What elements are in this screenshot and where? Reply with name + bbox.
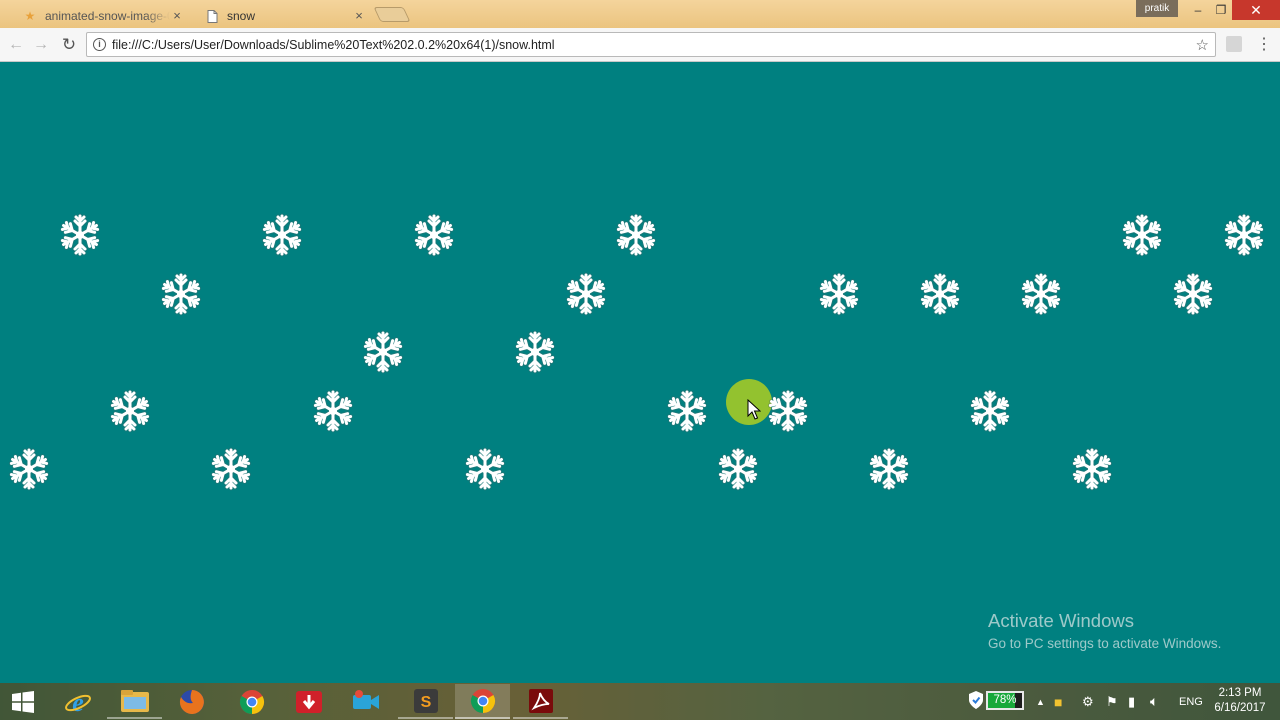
url-text[interactable]: file:///C:/Users/User/Downloads/Sublime%…: [112, 38, 555, 52]
internet-explorer-icon: e: [64, 688, 91, 716]
clock-time: 2:13 PM: [1218, 687, 1262, 699]
snowflake-icon: [1020, 272, 1062, 316]
tab-title: animated-snow-image-0: [45, 9, 170, 23]
snowflake-icon: [210, 447, 252, 491]
extension-icon[interactable]: [1226, 36, 1242, 52]
menu-icon[interactable]: ⋮: [1256, 34, 1272, 56]
network-settings-icon[interactable]: ⚙: [1082, 683, 1094, 720]
new-tab-button[interactable]: [373, 7, 411, 22]
language-indicator[interactable]: ENG: [1179, 683, 1203, 720]
forward-arrow-icon[interactable]: →: [30, 34, 52, 56]
shield-icon[interactable]: [968, 690, 984, 710]
action-center-flag-icon[interactable]: ⚑: [1106, 683, 1118, 720]
page-icon: [204, 8, 220, 24]
snowflake-icon: [969, 389, 1011, 433]
back-arrow-icon[interactable]: ←: [5, 34, 27, 56]
favicon-star-icon: ★: [24, 9, 36, 23]
address-bar[interactable]: i file:///C:/Users/User/Downloads/Sublim…: [86, 32, 1216, 57]
camera-icon: [352, 689, 379, 709]
tab-strip: ★ animated-snow-image-0 × snow × pratik …: [0, 0, 1280, 28]
snowflake-icon: [464, 447, 506, 491]
taskbar-acrobat-reader[interactable]: [513, 684, 568, 719]
taskbar-internet-explorer[interactable]: e: [50, 684, 105, 719]
snowflake-icon: [1071, 447, 1113, 491]
snowflake-icon: [8, 447, 50, 491]
chrome-icon: [470, 688, 495, 713]
sublime-icon: S: [413, 688, 438, 713]
tab-title: snow: [227, 9, 256, 23]
snowflake-icon: [868, 447, 910, 491]
snowflake-icon: [514, 330, 556, 374]
snowflake-icon: [1223, 213, 1265, 257]
language-label: ENG: [1179, 695, 1203, 708]
taskbar-file-explorer[interactable]: [107, 684, 162, 719]
chrome-icon: [239, 689, 264, 714]
start-button[interactable]: [0, 684, 46, 719]
taskbar-clock[interactable]: 2:13 PM 6/16/2017: [1208, 686, 1272, 716]
acrobat-icon: [528, 688, 553, 713]
snowflake-icon: [565, 272, 607, 316]
watermark-title: Activate Windows: [988, 610, 1134, 631]
windows-logo-icon: [12, 690, 34, 713]
page-content: Activate Windows Go to PC settings to ac…: [0, 62, 1280, 683]
reload-icon[interactable]: ↻: [58, 34, 80, 56]
battery-indicator[interactable]: 78%: [986, 691, 1024, 710]
close-window-button[interactable]: ✕: [1232, 0, 1280, 20]
snowflake-icon: [919, 272, 961, 316]
tab-animated-snow-image[interactable]: ★ animated-snow-image-0 ×: [8, 4, 194, 28]
snowflake-icon: [413, 213, 455, 257]
snowflake-icon: [261, 213, 303, 257]
close-icon[interactable]: ×: [170, 9, 184, 23]
power-plug-icon[interactable]: ▮: [1128, 683, 1135, 720]
snowflake-icon: [362, 330, 404, 374]
watermark-subtitle: Go to PC settings to activate Windows.: [988, 636, 1222, 651]
taskbar-download-manager[interactable]: [281, 684, 336, 719]
mouse-pointer-icon: [747, 399, 761, 420]
snowflake-icon: [109, 389, 151, 433]
snowflake-icon: [312, 389, 354, 433]
folder-icon: [120, 689, 149, 712]
snowflake-icon: [717, 447, 759, 491]
taskbar-screen-recorder[interactable]: [338, 684, 393, 719]
snowflake-icon: [818, 272, 860, 316]
snowflake-icon: [1172, 272, 1214, 316]
taskbar-chrome[interactable]: [224, 684, 279, 719]
taskbar-sublime-text[interactable]: S: [398, 684, 453, 719]
svg-text:e: e: [72, 688, 84, 716]
info-icon[interactable]: i: [93, 38, 106, 51]
tray-overflow-chevron-icon[interactable]: ▲: [1036, 683, 1045, 720]
profile-button[interactable]: pratik: [1136, 0, 1178, 17]
snowflake-icon: [1121, 213, 1163, 257]
volume-icon[interactable]: 🔈︎: [1150, 683, 1158, 720]
battery-percent: 78%: [993, 694, 1017, 706]
snowflake-icon: [615, 213, 657, 257]
tab-snow[interactable]: snow ×: [190, 4, 376, 28]
firefox-icon: [179, 689, 204, 714]
bookmark-star-icon[interactable]: ☆: [1196, 36, 1209, 54]
restore-button[interactable]: ❐: [1207, 0, 1235, 20]
close-icon[interactable]: ×: [352, 9, 366, 23]
snowflake-icon: [767, 389, 809, 433]
snowflake-icon: [666, 389, 708, 433]
clock-date: 6/16/2017: [1214, 702, 1266, 714]
download-icon: [295, 690, 322, 713]
activate-windows-watermark: Activate Windows Go to PC settings to ac…: [988, 610, 1221, 651]
snowflake-icon: [59, 213, 101, 257]
svg-text:S: S: [420, 694, 431, 711]
camera-tray-icon[interactable]: ■: [1054, 683, 1062, 720]
taskbar-chrome-active[interactable]: [455, 684, 510, 719]
taskbar-firefox[interactable]: [164, 684, 219, 719]
browser-toolbar: ← → ↻ i file:///C:/Users/User/Downloads/…: [0, 28, 1280, 62]
snowflake-icon: [160, 272, 202, 316]
